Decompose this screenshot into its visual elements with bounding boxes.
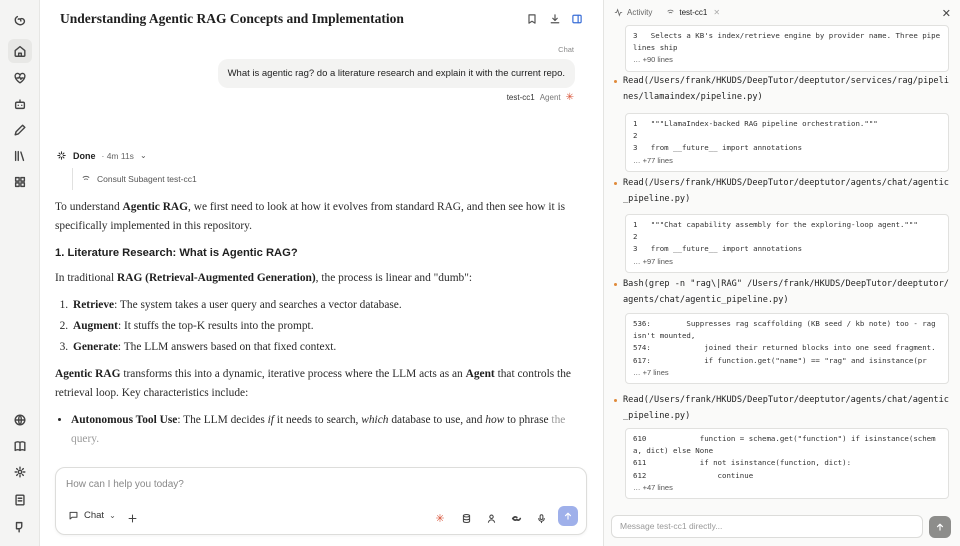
activity-log[interactable]: 3 Selects a KB's index/retrieve engine b… bbox=[604, 20, 960, 506]
expand-lines[interactable]: … +47 lines bbox=[633, 483, 673, 492]
subagent-step[interactable]: Consult Subagent test-cc1 bbox=[72, 168, 197, 190]
expand-lines[interactable]: … +97 lines bbox=[633, 257, 673, 266]
subagent-message-box bbox=[611, 515, 923, 538]
agent-name: test-cc1 bbox=[506, 93, 535, 102]
pen-icon[interactable] bbox=[8, 118, 32, 142]
arrow-up-icon bbox=[936, 523, 944, 531]
log-step: Read(/Users/frank/HKUDS/DeepTutor/deeptu… bbox=[614, 392, 954, 425]
status-state: Done bbox=[73, 150, 96, 161]
composer-input[interactable] bbox=[66, 479, 546, 490]
left-rail bbox=[0, 0, 40, 546]
user-icon[interactable] bbox=[483, 510, 499, 526]
database-icon[interactable] bbox=[458, 510, 474, 526]
book-icon[interactable] bbox=[8, 434, 32, 458]
grid-icon[interactable] bbox=[8, 170, 32, 194]
status-spark-icon bbox=[57, 151, 66, 160]
list-item: Generate: The LLM answers based on that … bbox=[71, 338, 585, 357]
expand-lines[interactable]: … +7 lines bbox=[633, 368, 669, 377]
mode-label: Chat bbox=[84, 510, 105, 521]
app-logo-icon[interactable] bbox=[8, 9, 32, 33]
expand-lines[interactable]: … +77 lines bbox=[633, 156, 673, 165]
library-icon[interactable] bbox=[8, 144, 32, 168]
close-panel-icon[interactable]: ✕ bbox=[942, 7, 951, 20]
send-button[interactable] bbox=[558, 506, 578, 526]
close-tab-icon[interactable]: ✕ bbox=[713, 8, 720, 17]
tab-activity[interactable]: Activity bbox=[614, 8, 652, 17]
settings-gear-icon[interactable] bbox=[8, 460, 32, 484]
agent-spark-icon[interactable]: ✳ bbox=[432, 510, 448, 526]
log-step: Read(/Users/frank/HKUDS/DeepTutor/deeptu… bbox=[614, 175, 954, 208]
heart-pulse-icon[interactable] bbox=[8, 66, 32, 90]
rag-steps-list: Retrieve: The system takes a user query … bbox=[71, 296, 585, 357]
log-snippet: 536: Suppresses rag scaffolding (KB seed… bbox=[625, 313, 949, 385]
model-logo-icon[interactable] bbox=[508, 510, 524, 526]
toggle-panel-icon[interactable] bbox=[569, 11, 585, 27]
download-icon[interactable] bbox=[547, 11, 563, 27]
agent-role: Agent bbox=[539, 93, 561, 102]
log-snippet: 1 """Chat capability assembly for the ex… bbox=[625, 214, 949, 273]
chat-bubble-icon bbox=[69, 511, 78, 520]
tab-test-cc1[interactable]: test-cc1 ✕ bbox=[666, 8, 720, 17]
subagent-icon bbox=[667, 9, 675, 16]
conversation-title: Understanding Agentic RAG Concepts and I… bbox=[60, 11, 404, 26]
subagent-icon bbox=[82, 175, 90, 182]
answer-intro: To understand Agentic RAG, we first need… bbox=[55, 201, 566, 232]
log-step: Bash(grep -n "rag\|RAG" /Users/frank/HKU… bbox=[614, 276, 954, 309]
feedback-icon[interactable] bbox=[8, 515, 32, 539]
expand-lines[interactable]: … +90 lines bbox=[633, 55, 673, 64]
microphone-icon[interactable] bbox=[533, 510, 549, 526]
subagent-send-button[interactable] bbox=[929, 516, 951, 538]
arrow-up-icon bbox=[564, 512, 572, 520]
activity-icon bbox=[614, 8, 623, 17]
list-item: Autonomous Tool Use: The LLM decides if … bbox=[71, 411, 585, 449]
robot-icon[interactable] bbox=[8, 92, 32, 116]
agentic-traits-list: Autonomous Tool Use: The LLM decides if … bbox=[71, 411, 585, 449]
bookmark-icon[interactable] bbox=[524, 11, 540, 27]
activity-panel: Activity test-cc1 ✕ ✕ 3 Selects a KB's i… bbox=[604, 0, 960, 546]
log-step: Read(/Users/frank/HKUDS/DeepTutor/deeptu… bbox=[614, 73, 954, 106]
user-message: What is agentic rag? do a literature res… bbox=[217, 59, 575, 88]
list-item: Retrieve: The system takes a user query … bbox=[71, 296, 585, 315]
answer-agentic: Agentic RAG transforms this into a dynam… bbox=[55, 368, 571, 399]
agent-spark-icon: ✳ bbox=[565, 92, 574, 103]
chevron-down-icon: ⌄ bbox=[109, 511, 116, 520]
log-snippet: 3 Selects a KB's index/retrieve engine b… bbox=[625, 25, 949, 72]
answer-heading: 1. Literature Research: What is Agentic … bbox=[55, 247, 298, 259]
subagent-step-label: Consult Subagent test-cc1 bbox=[97, 174, 197, 184]
message-mode-label: Chat bbox=[558, 45, 574, 54]
log-snippet: 610 function = schema.get("function") if… bbox=[625, 428, 949, 500]
log-snippet: 1 """LlamaIndex-backed RAG pipeline orch… bbox=[625, 113, 949, 172]
composer: Chat ⌄ ✳ bbox=[55, 467, 587, 535]
chat-main: Understanding Agentic RAG Concepts and I… bbox=[40, 0, 603, 546]
mode-select-button[interactable]: Chat ⌄ bbox=[68, 510, 116, 521]
chevron-down-icon[interactable]: ⌄ bbox=[140, 151, 147, 160]
add-attachment-icon[interactable] bbox=[124, 510, 140, 526]
assistant-answer: To understand Agentic RAG, we first need… bbox=[55, 198, 585, 449]
run-status[interactable]: Done · 4m 11s ⌄ bbox=[56, 150, 147, 161]
notes-icon[interactable] bbox=[8, 488, 32, 512]
answer-traditional: In traditional RAG (Retrieval-Augmented … bbox=[55, 272, 473, 284]
list-item: Augment: It stuffs the top-K results int… bbox=[71, 317, 585, 336]
home-icon[interactable] bbox=[8, 39, 32, 63]
message-meta: test-cc1 Agent ✳ bbox=[507, 92, 574, 103]
globe-icon[interactable] bbox=[8, 408, 32, 432]
panel-tabs: Activity test-cc1 ✕ bbox=[614, 8, 720, 17]
status-elapsed: · 4m 11s bbox=[101, 150, 134, 161]
subagent-message-input[interactable] bbox=[620, 521, 915, 531]
